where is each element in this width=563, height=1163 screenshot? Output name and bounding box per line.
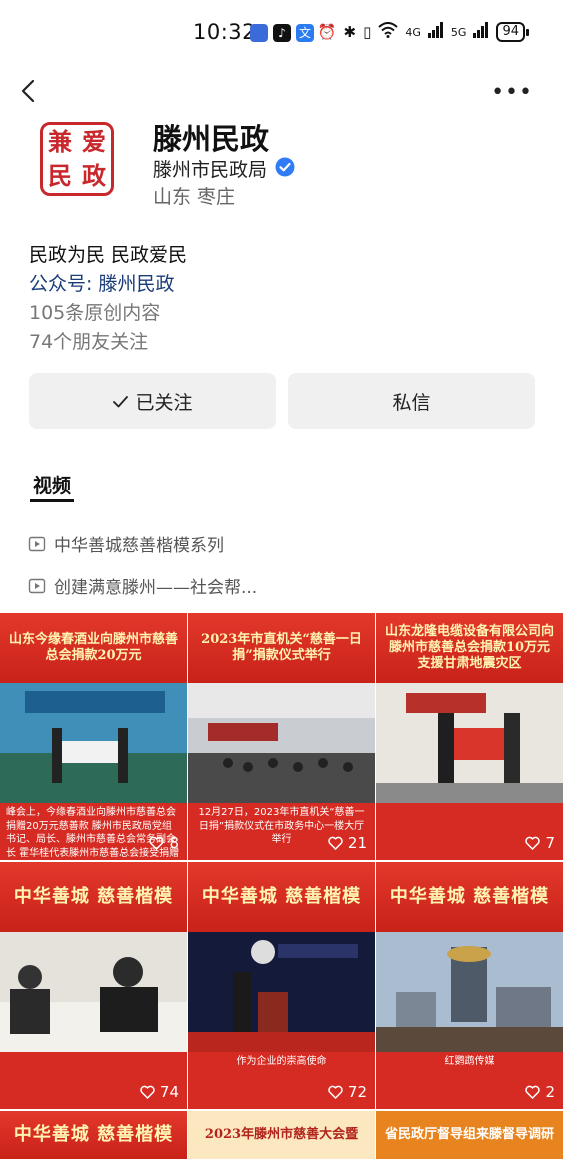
message-app-icon: [250, 24, 268, 42]
video-banner: 中华善城 慈善楷模: [0, 1111, 187, 1159]
translate-app-icon: 文: [296, 24, 314, 42]
logo-char: 兼: [48, 127, 72, 156]
video-tile[interactable]: 中华善城 慈善楷模 74: [0, 862, 187, 1109]
video-thumbnail: [188, 683, 375, 803]
video-likes: 72: [328, 1083, 367, 1101]
playlist-item[interactable]: 创建满意滕州——社会帮...: [28, 573, 257, 598]
likes-count: 21: [347, 834, 367, 852]
heart-icon: [140, 1085, 155, 1099]
account-name: 滕州民政: [153, 122, 270, 156]
playlist-title: 中华善城慈善楷模系列: [54, 536, 224, 556]
video-banner: 中华善城 慈善楷模: [188, 862, 375, 932]
likes-count: 74: [159, 1083, 179, 1101]
logo-char: 爱: [82, 127, 106, 156]
checkmark-icon: [113, 395, 129, 407]
video-thumbnail: [376, 683, 563, 803]
original-content-count[interactable]: 105条原创内容: [29, 298, 160, 325]
video-thumbnail: [0, 932, 187, 1052]
video-thumbnail: [188, 932, 375, 1052]
following-label: 已关注: [135, 391, 193, 414]
video-tile[interactable]: 中华善城 慈善楷模: [0, 1111, 187, 1159]
heart-icon: [328, 1085, 343, 1099]
playlist-icon: [28, 578, 46, 593]
vibrate-icon: ▯: [363, 23, 372, 41]
playlist-title: 创建满意滕州——社会帮...: [54, 578, 258, 598]
signal-bars-icon-2: [473, 22, 489, 42]
video-banner: 山东今缘春酒业向滕州市慈善总会捐款20万元: [0, 613, 187, 683]
video-thumbnail: [376, 932, 563, 1052]
friends-following-count[interactable]: 74个朋友关注: [29, 327, 148, 354]
video-tile[interactable]: 2023年滕州市慈善大会暨: [188, 1111, 375, 1159]
account-logo: 兼 爱 民 政: [40, 122, 114, 196]
verified-badge-icon: [275, 157, 295, 181]
signal-bars-icon: [427, 22, 444, 42]
alarm-icon: ⏰: [317, 23, 337, 41]
logo-char: 政: [82, 161, 106, 190]
status-icons: ⏰ ✱ ▯ 4G 5G 94: [317, 22, 529, 42]
video-likes: 7: [525, 834, 555, 852]
playlist-icon: [28, 536, 46, 551]
video-caption: 作为企业的崇高使命: [236, 1056, 327, 1067]
more-options-icon[interactable]: •••: [491, 80, 533, 105]
heart-icon: [525, 1085, 541, 1099]
tiktok-icon: ♪: [273, 24, 291, 42]
video-banner: 2023年滕州市慈善大会暨: [188, 1111, 375, 1159]
likes-count: 2: [545, 1083, 555, 1101]
status-bar: 10:32 ♪ 文 ⏰ ✱ ▯ 4G 5G 94: [0, 0, 563, 66]
following-button[interactable]: 已关注: [29, 373, 276, 429]
org-name: 滕州市民政局: [153, 159, 268, 181]
playlist-item[interactable]: 中华善城慈善楷模系列: [28, 531, 224, 556]
battery-icon: 94: [496, 22, 529, 42]
video-banner: 中华善城 慈善楷模: [0, 862, 187, 932]
video-grid: 山东今缘春酒业向滕州市慈善总会捐款20万元 峰会上，今缘春酒业向滕州市慈善总会捐…: [0, 613, 563, 1159]
tab-video[interactable]: 视频: [33, 471, 71, 498]
likes-count: 8: [169, 834, 179, 852]
signal-5g-icon: 5G: [450, 25, 467, 39]
location: 山东 枣庄: [153, 186, 236, 208]
message-label: 私信: [392, 391, 431, 414]
video-banner: 省民政厅督导组来滕督导调研: [376, 1111, 563, 1159]
likes-count: 72: [347, 1083, 367, 1101]
video-likes: 8: [149, 834, 179, 852]
status-time: 10:32: [193, 20, 257, 44]
bluetooth-icon: ✱: [343, 23, 357, 41]
video-tile[interactable]: 山东今缘春酒业向滕州市慈善总会捐款20万元 峰会上，今缘春酒业向滕州市慈善总会捐…: [0, 613, 187, 860]
bio: 民政为民 民政爱民: [29, 244, 188, 266]
public-account-link[interactable]: 公众号: 滕州民政: [29, 269, 174, 296]
video-banner: 中华善城 慈善楷模: [376, 862, 563, 932]
video-banner: 山东龙隆电缆设备有限公司向滕州市慈善总会捐款10万元支援甘肃地震灾区: [376, 613, 563, 683]
logo-char: 民: [48, 161, 72, 190]
video-tile[interactable]: 中华善城 慈善楷模 红鹦鹉传媒 2: [376, 862, 563, 1109]
back-arrow-icon[interactable]: [16, 78, 42, 104]
video-likes: 74: [140, 1083, 179, 1101]
video-caption: 红鹦鹉传媒: [444, 1056, 495, 1067]
video-tile[interactable]: 山东龙隆电缆设备有限公司向滕州市慈善总会捐款10万元支援甘肃地震灾区 7: [376, 613, 563, 860]
likes-count: 7: [545, 834, 555, 852]
verified-org-row[interactable]: 滕州市民政局: [153, 155, 295, 182]
wifi-icon: [378, 22, 399, 42]
heart-icon: [149, 836, 165, 850]
heart-icon: [328, 836, 343, 850]
message-button[interactable]: 私信: [288, 373, 535, 429]
video-tile[interactable]: 省民政厅督导组来滕督导调研: [376, 1111, 563, 1159]
heart-icon: [525, 836, 541, 850]
video-tile[interactable]: 2023年市直机关“慈善一日捐”捐款仪式举行 12月27日，2023年市直机关“…: [188, 613, 375, 860]
video-thumbnail: [0, 683, 187, 803]
video-likes: 2: [525, 1083, 555, 1101]
video-tile[interactable]: 中华善城 慈善楷模 作为企业的崇高使命 72: [188, 862, 375, 1109]
signal-4g-icon: 4G: [405, 25, 421, 39]
video-likes: 21: [328, 834, 367, 852]
tab-active-indicator: [30, 499, 74, 502]
video-banner: 2023年市直机关“慈善一日捐”捐款仪式举行: [188, 613, 375, 683]
